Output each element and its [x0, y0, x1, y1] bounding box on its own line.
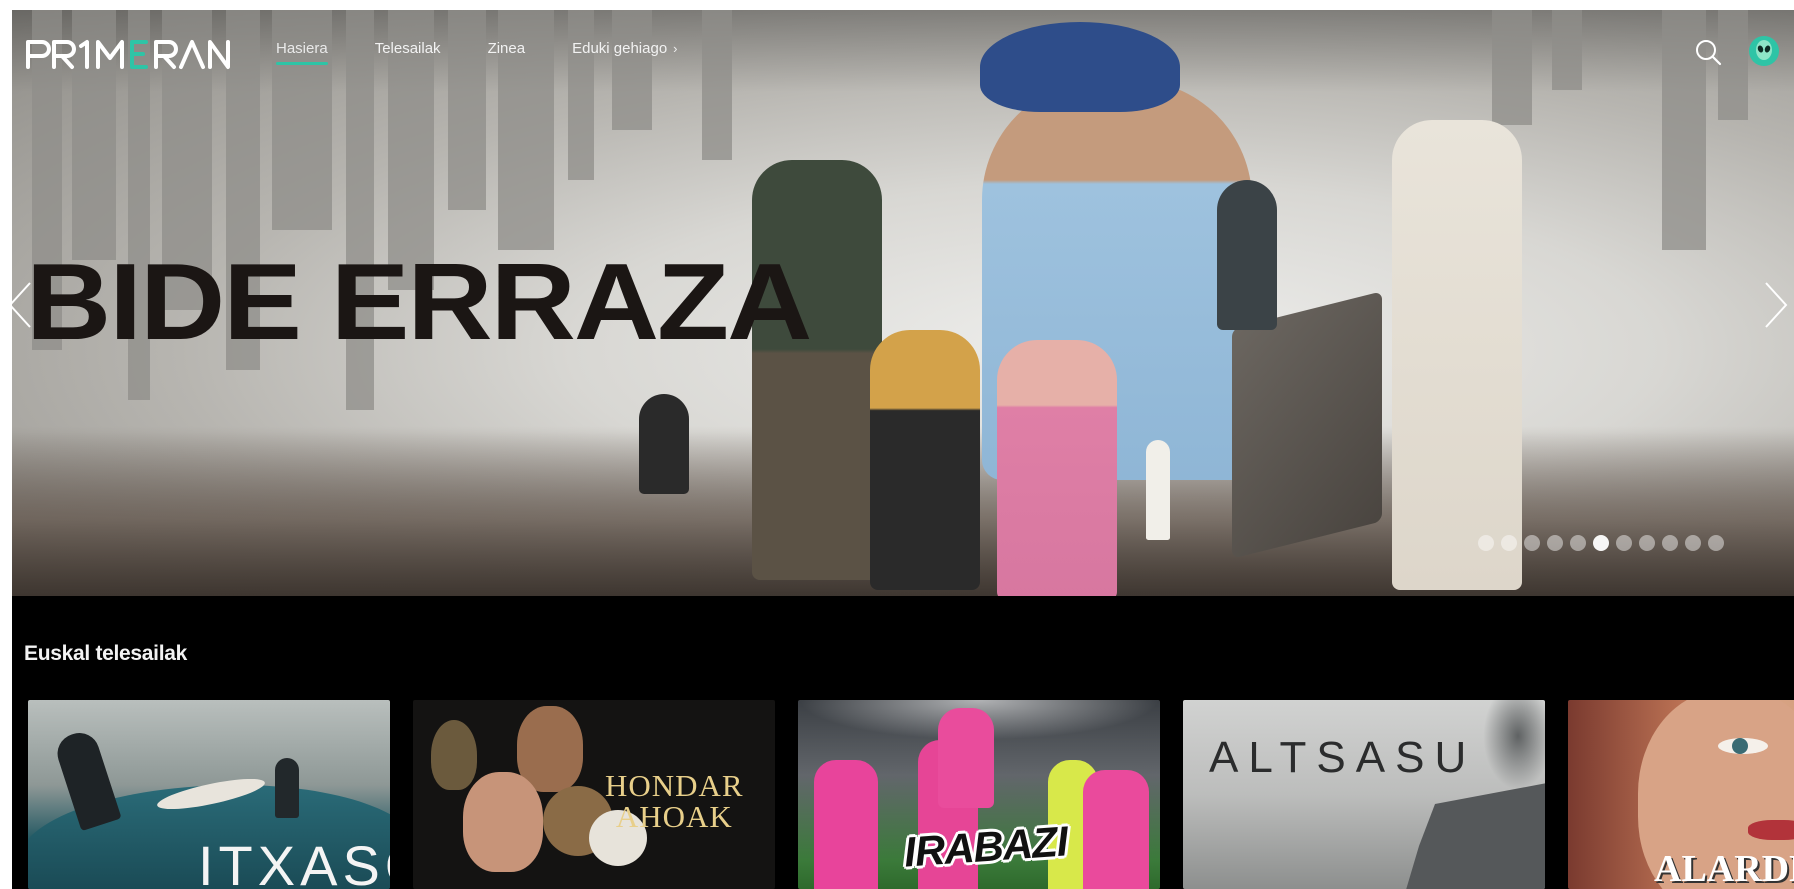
hero-dot-8[interactable] [1639, 535, 1655, 551]
main-nav: Hasiera Telesailak Zinea Eduki gehiago › [276, 40, 725, 67]
hero-next-button[interactable] [1762, 275, 1792, 335]
chevron-right-icon: › [673, 41, 678, 56]
hero-dot-5[interactable] [1570, 535, 1586, 551]
hero-pagination [1478, 535, 1724, 551]
hero-dot-10[interactable] [1685, 535, 1701, 551]
hero-title: BIDE ERRAZA [26, 241, 812, 363]
nav-item-zinea[interactable]: Zinea [488, 40, 526, 67]
nav-item-eduki-gehiago[interactable]: Eduki gehiago › [572, 40, 677, 67]
primeran-logo[interactable] [24, 36, 234, 70]
hero-dot-3[interactable] [1524, 535, 1540, 551]
nav-item-label: Zinea [487, 40, 526, 57]
nav-item-label: Hasiera [276, 40, 328, 57]
row-title: Euskal telesailak [24, 642, 188, 665]
hero-dot-7[interactable] [1616, 535, 1632, 551]
top-nav: Hasiera Telesailak Zinea Eduki gehiago › [12, 10, 1794, 90]
nav-item-label: Telesailak [374, 40, 441, 57]
hero-banner[interactable]: BIDE ERRAZA [12, 10, 1794, 596]
alien-avatar-icon [1749, 36, 1779, 66]
card-title: HONDAR AHOAK [605, 768, 744, 834]
series-card-alarde[interactable]: ALARDE [1568, 700, 1794, 889]
hero-prev-button[interactable] [12, 275, 34, 335]
card-title: IRABAZI [902, 817, 1069, 876]
app-window: BIDE ERRAZA Hasiera Telesailak Zinea Edu… [12, 10, 1794, 889]
search-icon [1696, 40, 1722, 66]
card-title: ALTSASU [1209, 733, 1477, 782]
hero-dot-2[interactable] [1501, 535, 1517, 551]
card-title: ITXASO [198, 834, 390, 889]
series-card-altsasu[interactable]: ALTSASU [1183, 700, 1545, 889]
nav-item-hasiera[interactable]: Hasiera [276, 40, 328, 67]
card-title: ALARDE [1654, 848, 1794, 889]
hero-dot-11[interactable] [1708, 535, 1724, 551]
series-card-irabazi-arte[interactable]: IRABAZI [798, 700, 1160, 889]
hero-dot-9[interactable] [1662, 535, 1678, 551]
search-button[interactable] [1694, 38, 1722, 66]
nav-item-label: Eduki gehiago [572, 40, 668, 57]
chevron-left-icon [12, 282, 31, 328]
hero-dot-4[interactable] [1547, 535, 1563, 551]
hero-dot-6[interactable] [1593, 535, 1609, 551]
series-card-itxaso[interactable]: ITXASO [28, 700, 390, 889]
hero-dot-1[interactable] [1478, 535, 1494, 551]
chevron-right-icon [1765, 282, 1788, 328]
nav-item-telesailak[interactable]: Telesailak [375, 40, 441, 67]
profile-avatar-button[interactable] [1748, 35, 1780, 67]
series-card-hondar-ahoak[interactable]: HONDAR AHOAK [413, 700, 775, 889]
series-carousel: ITXASO HONDAR AHOAK IRABAZI ALTSASU [28, 700, 1794, 889]
